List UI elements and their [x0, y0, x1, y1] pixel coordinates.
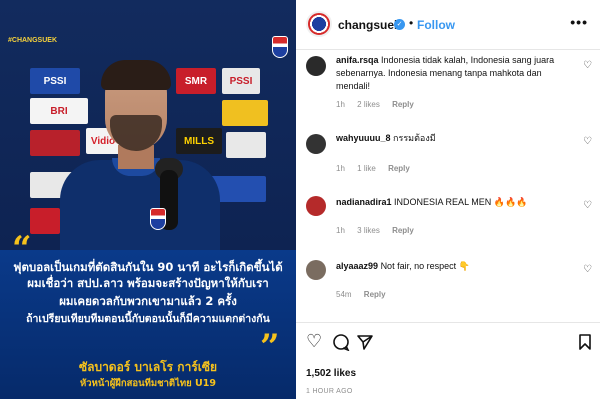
- shirt-crest-icon: [150, 208, 166, 230]
- comment-likes[interactable]: 1 like: [357, 164, 376, 173]
- avatar[interactable]: [306, 56, 326, 76]
- ad-board-label: PSSI: [229, 75, 253, 87]
- ad-board: [30, 208, 60, 234]
- like-comment-icon[interactable]: ♡: [583, 200, 592, 211]
- avatar[interactable]: [306, 134, 326, 154]
- reply-button[interactable]: Reply: [388, 164, 410, 173]
- quote-line: ถ้าเปรียบเทียบทีมตอนนี้กับตอนนั้นก็มีควา…: [26, 313, 270, 325]
- follow-button[interactable]: Follow: [417, 18, 455, 32]
- comment-body: wahyuuuu_8 กรรมต้องมี: [336, 132, 576, 145]
- comment-time: 1h: [336, 100, 345, 109]
- post-timestamp[interactable]: 1 HOUR AGO: [306, 388, 353, 395]
- comment-username[interactable]: nadianadira1: [336, 197, 392, 207]
- ad-board-label: PSSI: [43, 75, 67, 87]
- comment-text: Not fair, no respect 👇: [380, 261, 470, 271]
- comment-time: 1h: [336, 164, 345, 173]
- ad-board: PSSI: [222, 68, 260, 94]
- post-header: changsuek ✓ • Follow •••: [296, 0, 600, 50]
- more-options-icon[interactable]: •••: [570, 14, 588, 30]
- comment-body: anifa.rsqa Indonesia tidak kalah, Indone…: [336, 54, 576, 93]
- comment-likes[interactable]: 2 likes: [357, 100, 380, 109]
- ad-board: [222, 100, 268, 126]
- ad-board-label: MILLS: [184, 135, 214, 147]
- quote-line: ฟุตบอลเป็นเกมที่ตัดสินกันใน 90 นาที อะไร…: [13, 260, 283, 274]
- ad-board: [226, 132, 266, 158]
- comment-text: INDONESIA REAL MEN 🔥🔥🔥: [394, 197, 528, 207]
- comment-meta: 1h 3 likes Reply: [336, 226, 424, 235]
- comment-time: 1h: [336, 226, 345, 235]
- comment-meta: 1h 1 like Reply: [336, 164, 420, 173]
- separator-dot: •: [409, 16, 414, 30]
- person-hair: [101, 60, 171, 90]
- ad-board: MILLS: [176, 128, 222, 154]
- verified-badge-icon: ✓: [394, 19, 405, 30]
- reply-button[interactable]: Reply: [392, 226, 414, 235]
- avatar[interactable]: [306, 196, 326, 216]
- comment-username[interactable]: alyaaaz99: [336, 261, 378, 271]
- comment-time: 54m: [336, 290, 352, 299]
- ad-board: PSSI: [30, 68, 80, 94]
- send-icon[interactable]: [356, 333, 374, 355]
- ad-board: BRI: [30, 98, 88, 124]
- comment-likes[interactable]: 3 likes: [357, 226, 380, 235]
- likes-count[interactable]: 1,502 likes: [306, 368, 356, 379]
- heart-icon[interactable]: ♡: [306, 333, 322, 351]
- comment-icon[interactable]: [332, 333, 350, 355]
- brand-logo: #CHANGSUEK: [8, 37, 58, 44]
- comment-body: nadianadira1 INDONESIA REAL MEN 🔥🔥🔥: [336, 196, 576, 209]
- like-comment-icon[interactable]: ♡: [583, 60, 592, 71]
- like-comment-icon[interactable]: ♡: [583, 136, 592, 147]
- comment-username[interactable]: anifa.rsqa: [336, 55, 379, 65]
- avatar[interactable]: [306, 260, 326, 280]
- ad-board: SMR: [176, 68, 216, 94]
- ad-board-label: SMR: [184, 75, 208, 87]
- team-crest-icon: [272, 36, 288, 58]
- author-title: หัวหน้าผู้ฝึกสอนทีมชาติไทย U19: [80, 378, 216, 389]
- bookmark-icon[interactable]: [578, 333, 592, 355]
- action-bar: ♡: [296, 322, 600, 362]
- comment-text: กรรมต้องมี: [393, 133, 436, 143]
- author-name: ซัลบาดอร์ บาเลโร การ์เซีย: [78, 360, 218, 374]
- comment-meta: 54m Reply: [336, 290, 396, 299]
- reply-button[interactable]: Reply: [364, 290, 386, 299]
- comment-username[interactable]: wahyuuuu_8: [336, 133, 391, 143]
- ad-board-label: BRI: [50, 105, 68, 117]
- quote-line: ผมเชื่อว่า สปป.ลาว พร้อมจะสร้างปัญหาให้ก…: [27, 276, 269, 290]
- comment-meta: 1h 2 likes Reply: [336, 100, 424, 109]
- quote-panel: “ ฟุตบอลเป็นเกมที่ตัดสินกันใน 90 นาที อะ…: [0, 232, 296, 399]
- comment-body: alyaaaz99 Not fair, no respect 👇: [336, 260, 576, 273]
- post-sidebar: changsuek ✓ • Follow ••• anifa.rsqa Indo…: [296, 0, 600, 399]
- quote-line: ผมเคยดวลกับพวกเขามาแล้ว 2 ครั้ง: [59, 294, 237, 308]
- post-image[interactable]: PSSI SMR PSSI BRI Vidio MILLS #CHANGSUEK…: [0, 0, 296, 399]
- reply-button[interactable]: Reply: [392, 100, 414, 109]
- header-username[interactable]: changsuek: [338, 18, 401, 32]
- ad-board: [30, 130, 80, 156]
- like-comment-icon[interactable]: ♡: [583, 264, 592, 275]
- avatar[interactable]: [306, 11, 332, 37]
